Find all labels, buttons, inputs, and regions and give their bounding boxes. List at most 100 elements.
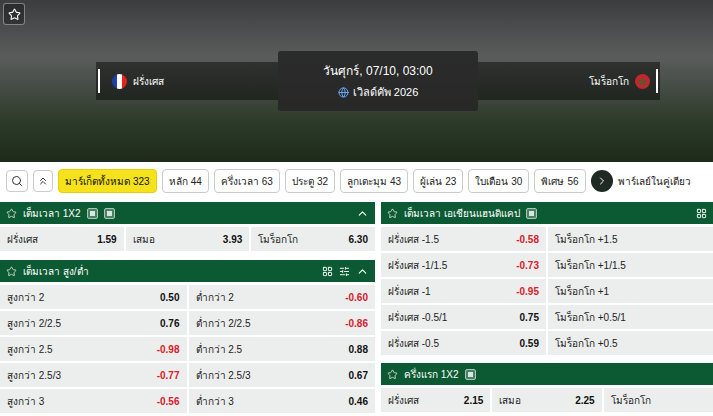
odds-cell[interactable]: สูงกว่า 2/2.50.76 [0, 311, 187, 335]
selection-label: ต่ำกว่า 2.5/3 [196, 368, 251, 383]
tab-count: 63 [262, 174, 273, 189]
market-tab[interactable]: พิเศษ56 [534, 169, 585, 193]
odds-row: สูงกว่า 2 0.50 ต่ำกว่า 2-0.60 [0, 285, 375, 309]
settings-icon[interactable] [339, 266, 350, 277]
panel-body: ฝรั่งเศส -1.5-0.58โมร็อกโก +1.5ฝรั่งเศส … [381, 224, 713, 355]
star-icon[interactable] [387, 369, 398, 380]
odds-value: 0.59 [520, 336, 539, 351]
odds-cell[interactable]: สูงกว่า 2 0.50 [0, 285, 187, 309]
odds-value: 0.50 [160, 290, 179, 305]
panel-header[interactable]: เต็มเวลา สูง/ต่ำ [0, 260, 375, 282]
odds-value: 2.15 [464, 393, 483, 408]
odds-cell[interactable]: โมร็อกโก6.30 [251, 227, 375, 251]
odds-value: -0.73 [516, 258, 539, 273]
search-icon [11, 175, 23, 187]
tab-count: 44 [191, 174, 202, 189]
odds-cell[interactable]: ต่ำกว่า 2/2.5-0.86 [189, 311, 376, 335]
match-datetime: วันศุกร์, 07/10, 03:00 [323, 62, 432, 80]
markets-content: เต็มเวลา 1X2ฝรั่งเศส1.59เสมอ3.93โมร็อกโก… [0, 200, 713, 413]
odds-cell[interactable]: ฝรั่งเศส -0.50.59 [381, 331, 546, 355]
selection-label: ฝรั่งเศส -1/1.5 [388, 258, 447, 273]
tab-label: ลูกเตะมุม [347, 174, 387, 189]
odds-cell[interactable]: สูงกว่า 2.5/3-0.77 [0, 363, 187, 387]
right-column: เต็มเวลา เอเชียนแฮนดิแคปฝรั่งเศส -1.5-0.… [381, 202, 713, 413]
market-panel: เต็มเวลา สูง/ต่ำสูงกว่า 2 0.50 ต่ำกว่า 2-0… [0, 260, 375, 413]
cashout-icon [104, 208, 115, 219]
odds-cell[interactable]: โมร็อกโก +0.5 [548, 331, 713, 355]
odds-cell[interactable]: ฝรั่งเศส1.59 [0, 227, 124, 251]
market-tab[interactable]: หลัก44 [162, 169, 209, 193]
odds-cell[interactable]: โมร็อกโก [604, 388, 713, 412]
divider-line [656, 69, 658, 93]
chevrons-up-icon [37, 175, 49, 187]
panel-title: เต็มเวลา สูง/ต่ำ [23, 264, 89, 279]
odds-cell[interactable]: ฝรั่งเศส -1-0.95 [381, 279, 546, 303]
panel-header[interactable]: เต็มเวลา 1X2 [0, 202, 375, 224]
tab-label: มาร์เก็ตทั้งหมด [65, 174, 130, 189]
odds-cell[interactable]: โมร็อกโก +0.5/1 [548, 305, 713, 329]
odds-cell[interactable]: ฝรั่งเศส -1/1.5 -0.73 [381, 253, 546, 277]
odds-cell[interactable]: โมร็อกโก +1.5 [548, 227, 713, 251]
odds-value: 6.30 [349, 232, 368, 247]
odds-row: ฝรั่งเศส -1.5-0.58โมร็อกโก +1.5 [381, 227, 713, 251]
market-tab[interactable]: ผู้เล่น23 [413, 169, 463, 193]
selection-label: ต่ำกว่า 2.5 [196, 342, 243, 357]
panel-title: ครึ่งแรก 1X2 [404, 367, 459, 382]
odds-cell[interactable]: สูงกว่า 3-0.56 [0, 389, 187, 413]
odds-cell[interactable]: โมร็อกโก +1 [548, 279, 713, 303]
odds-value: -0.86 [345, 316, 368, 331]
search-button[interactable] [6, 170, 28, 192]
divider-line [98, 69, 100, 93]
competition-name[interactable]: เวิลด์คัพ 2026 [353, 84, 419, 101]
grid-icon[interactable] [322, 266, 333, 277]
star-icon[interactable] [387, 208, 398, 219]
tab-count: 32 [317, 174, 328, 189]
market-panel: เต็มเวลา 1X2 ฝรั่งเศส1.59เสมอ3.93โมร็อกโก… [0, 202, 375, 251]
home-team[interactable]: ฝรั่งเศส [96, 62, 278, 100]
market-tab[interactable]: ใบเตือน30 [468, 169, 529, 193]
odds-row: ฝรั่งเศส -0.50.59โมร็อกโก +0.5 [381, 331, 713, 355]
away-team[interactable]: โมร็อกโก [478, 62, 660, 100]
odds-row: ฝรั่งเศส -1-0.95โมร็อกโก +1 [381, 279, 713, 303]
odds-cell[interactable]: ฝรั่งเศส -0.5/10.75 [381, 305, 546, 329]
star-icon[interactable] [6, 266, 17, 277]
market-tab[interactable]: ลูกเตะมุม43 [340, 169, 408, 193]
panel-body: สูงกว่า 2 0.50 ต่ำกว่า 2-0.60สูงกว่า 2/2.5… [0, 282, 375, 413]
tab-label: ผู้เล่น [420, 174, 442, 189]
collapse-icon[interactable] [356, 265, 369, 278]
match-info: วันศุกร์, 07/10, 03:00 เวิลด์คัพ 2026 [278, 51, 478, 111]
tabs-next-button[interactable] [591, 170, 613, 192]
odds-cell[interactable]: ต่ำกว่า 2.50.88 [189, 337, 376, 361]
grid-icon[interactable] [696, 208, 707, 219]
odds-cell[interactable]: สูงกว่า 2.5-0.98 [0, 337, 187, 361]
odds-cell[interactable]: เสมอ3.93 [126, 227, 250, 251]
odds-row: สูงกว่า 2.5/3-0.77ต่ำกว่า 2.5/30.67 [0, 363, 375, 387]
selection-label: สูงกว่า 2 [7, 290, 44, 305]
tab-label: ใบเตือน [475, 174, 508, 189]
odds-cell[interactable]: ฝรั่งเศส -1.5-0.58 [381, 227, 546, 251]
market-tab[interactable]: ครึ่งเวลา63 [214, 169, 280, 193]
panel-header[interactable]: ครึ่งแรก 1X2 [381, 363, 713, 385]
odds-cell[interactable]: ต่ำกว่า 2.5/30.67 [189, 363, 376, 387]
odds-cell[interactable]: ต่ำกว่า 30.46 [189, 389, 376, 413]
odds-cell[interactable]: ฝรั่งเศส2.15 [381, 388, 490, 412]
star-icon[interactable] [6, 208, 17, 219]
market-tab[interactable]: มาร์เก็ตทั้งหมด323 [58, 169, 157, 193]
odds-cell[interactable]: เสมอ2.25 [492, 388, 601, 412]
panel-header[interactable]: เต็มเวลา เอเชียนแฮนดิแคป [381, 202, 713, 224]
odds-cell[interactable]: ต่ำกว่า 2-0.60 [189, 285, 376, 309]
favorite-button[interactable] [3, 3, 25, 25]
market-tabs: มาร์เก็ตทั้งหมด323หลัก44ครึ่งเวลา63ประตู… [0, 162, 713, 200]
stats-icon [87, 208, 98, 219]
market-panel: ครึ่งแรก 1X2 ฝรั่งเศส2.15เสมอ2.25โมร็อกโก [381, 363, 713, 412]
selection-label: โมร็อกโก +0.5/1 [555, 310, 626, 325]
tab-label: ครึ่งเวลา [221, 174, 259, 189]
selection-label: เสมอ [499, 393, 521, 408]
odds-row: สูงกว่า 2/2.50.76ต่ำกว่า 2/2.5-0.86 [0, 311, 375, 335]
collapse-icon[interactable] [356, 207, 369, 220]
collapse-all-button[interactable] [33, 170, 53, 192]
odds-cell[interactable]: โมร็อกโก +1/1.5 [548, 253, 713, 277]
tab-more[interactable]: พาร์เลย์ในคู่เดียว [618, 174, 691, 189]
market-tab[interactable]: ประตู32 [285, 169, 335, 193]
odds-value: -0.98 [157, 342, 180, 357]
